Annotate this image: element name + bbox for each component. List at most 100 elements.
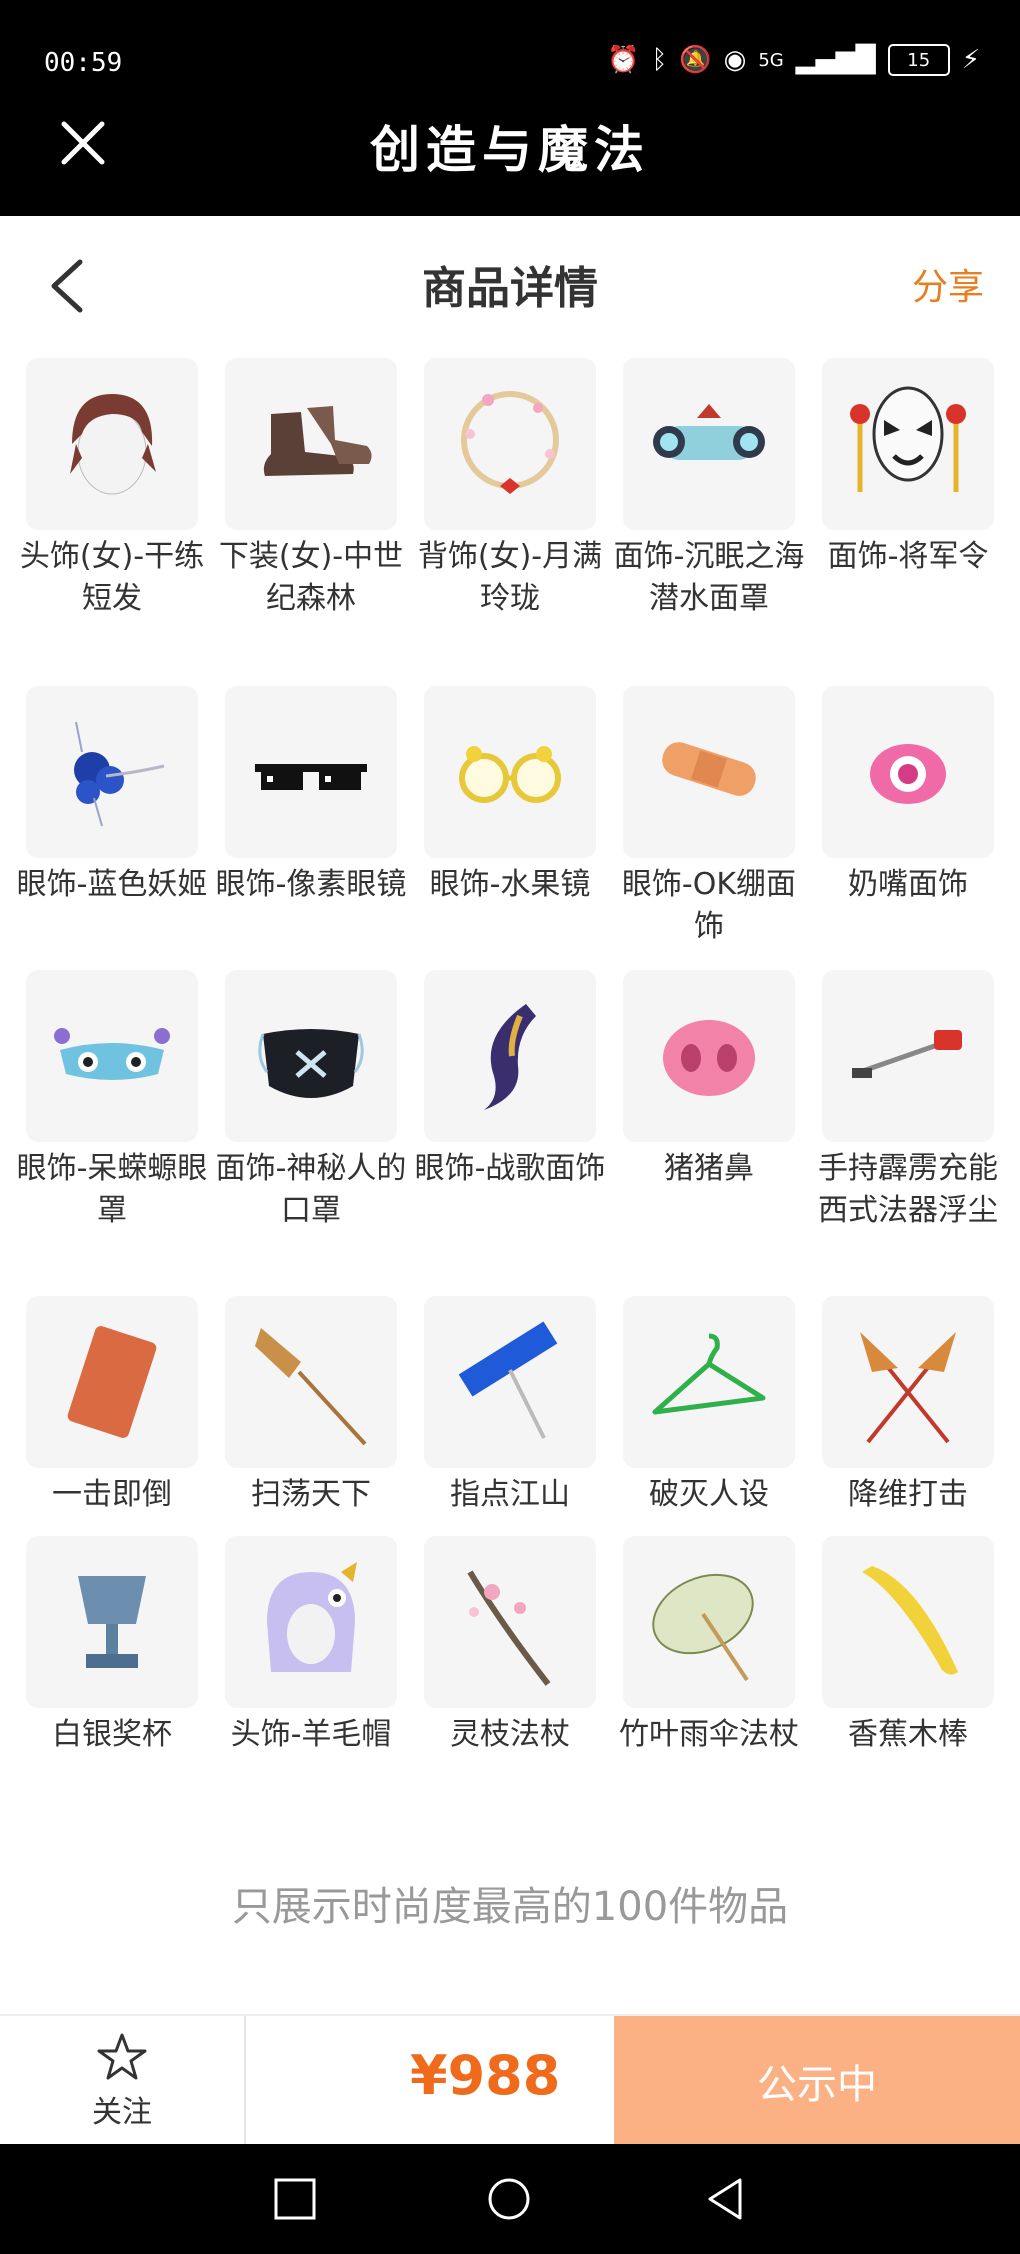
app-title: 创造与魔法 xyxy=(370,120,650,179)
trophy-icon xyxy=(78,1576,146,1668)
status-time: 00:59 xyxy=(44,48,123,78)
item-name: 下装(女)-中世纪森林 xyxy=(218,539,404,616)
status-icons: ⏰ ᛒ 🔕 ◉ 5G ▂▄▆█ 15 ⚡ xyxy=(607,44,980,76)
item-thumbnail xyxy=(225,358,397,530)
bandage-icon xyxy=(662,742,756,796)
item-card[interactable]: 眼饰-蓝色妖姬 xyxy=(17,686,207,906)
duster-icon xyxy=(860,1332,956,1444)
item-card[interactable]: 猪猪鼻 xyxy=(623,970,801,1190)
follow-label: 关注 xyxy=(92,2095,152,2130)
item-thumbnail xyxy=(26,970,198,1142)
item-thumbnail xyxy=(26,1536,198,1708)
signal-icon: ▂▄▆█ xyxy=(795,45,876,75)
item-thumbnail xyxy=(424,358,596,530)
back-nav-icon[interactable] xyxy=(702,2174,752,2224)
item-name: 手持霹雳充能西式法器浮尘 xyxy=(818,1151,998,1228)
item-card[interactable]: 面饰-沉眠之海潜水面罩 xyxy=(614,358,804,620)
item-thumbnail xyxy=(623,970,795,1142)
item-thumbnail xyxy=(623,686,795,858)
follow-button[interactable]: 关注 xyxy=(0,2016,246,2146)
item-name: 眼饰-OK绷面饰 xyxy=(621,867,797,944)
item-card[interactable]: 扫荡天下 xyxy=(225,1296,403,1516)
diving-mask-icon xyxy=(653,404,765,460)
item-card[interactable]: 灵枝法杖 xyxy=(424,1536,602,1756)
blue-rose-icon xyxy=(74,721,165,827)
item-thumbnail xyxy=(26,1296,198,1468)
item-name: 猪猪鼻 xyxy=(664,1151,754,1186)
war-mask-icon xyxy=(484,1004,536,1110)
public-status-button[interactable]: 公示中 xyxy=(614,2016,1020,2146)
item-card[interactable]: 奶嘴面饰 xyxy=(822,686,1000,906)
item-thumbnail xyxy=(424,686,596,858)
hanger-icon xyxy=(652,1333,766,1415)
item-card[interactable]: 指点江山 xyxy=(424,1296,602,1516)
item-card[interactable]: 破灭人设 xyxy=(623,1296,801,1516)
item-name: 头饰-羊毛帽 xyxy=(230,1717,392,1752)
item-name: 白银奖杯 xyxy=(52,1717,172,1752)
item-card[interactable]: 眼饰-像素眼镜 xyxy=(216,686,406,906)
item-card[interactable]: 竹叶雨伞法杖 xyxy=(619,1536,801,1756)
banana-icon xyxy=(862,1566,958,1675)
item-card[interactable]: 香蕉木棒 xyxy=(822,1536,1000,1756)
hotspot-icon: ◉ xyxy=(723,45,747,75)
item-card[interactable]: 背饰(女)-月满玲珑 xyxy=(418,358,602,620)
item-thumbnail xyxy=(623,1536,795,1708)
item-card[interactable]: 降维打击 xyxy=(822,1296,1000,1516)
item-card[interactable]: 头饰-羊毛帽 xyxy=(225,1536,403,1756)
item-name: 一击即倒 xyxy=(52,1477,172,1512)
item-name: 破灭人设 xyxy=(649,1477,769,1512)
item-thumbnail xyxy=(26,686,198,858)
moon-ring-icon xyxy=(461,391,559,494)
item-card[interactable]: 面饰-神秘人的口罩 xyxy=(216,970,406,1232)
item-name: 香蕉木棒 xyxy=(848,1717,968,1752)
item-name: 头饰(女)-干练短发 xyxy=(19,539,205,616)
charging-icon: ⚡ xyxy=(961,45,980,75)
item-card[interactable]: 眼饰-呆蝾螈眼罩 xyxy=(17,970,207,1232)
item-thumbnail xyxy=(424,1536,596,1708)
battery-icon: 15 xyxy=(887,44,950,76)
item-thumbnail xyxy=(225,1296,397,1468)
vacuum-icon xyxy=(852,1030,962,1078)
item-thumbnail xyxy=(822,686,994,858)
bottom-action-bar: 关注 ¥988 公示中 xyxy=(0,2014,1020,2146)
network-label: 5G xyxy=(758,49,784,71)
item-thumbnail xyxy=(225,686,397,858)
short-hair-icon xyxy=(70,394,156,495)
item-thumbnail xyxy=(26,358,198,530)
item-card[interactable]: 头饰(女)-干练短发 xyxy=(20,358,204,620)
item-thumbnail xyxy=(225,1536,397,1708)
sign-icon xyxy=(458,1321,558,1439)
recent-apps-icon[interactable] xyxy=(270,2174,320,2224)
item-name: 面饰-将军令 xyxy=(827,539,989,574)
item-card[interactable]: 眼饰-水果镜 xyxy=(424,686,602,906)
item-name: 奶嘴面饰 xyxy=(848,867,968,902)
broom-icon xyxy=(255,1328,367,1446)
item-name: 扫荡天下 xyxy=(251,1477,371,1512)
item-name: 竹叶雨伞法杖 xyxy=(619,1717,799,1752)
sheep-hat-icon xyxy=(267,1562,357,1672)
item-name: 眼饰-水果镜 xyxy=(429,867,591,902)
item-card[interactable]: 白银奖杯 xyxy=(26,1536,204,1756)
home-icon[interactable] xyxy=(484,2174,534,2224)
system-nav-bar xyxy=(0,2144,1020,2254)
item-thumbnail xyxy=(623,1296,795,1468)
item-thumbnail xyxy=(822,970,994,1142)
page-title: 商品详情 xyxy=(422,263,598,314)
item-thumbnail xyxy=(822,358,994,530)
item-card[interactable]: 下装(女)-中世纪森林 xyxy=(219,358,403,620)
pacifier-icon xyxy=(870,744,946,804)
item-card[interactable]: 眼饰-OK绷面饰 xyxy=(622,686,801,948)
item-card[interactable]: 眼饰-战歌面饰 xyxy=(415,970,605,1190)
item-name: 面饰-神秘人的口罩 xyxy=(215,1151,407,1228)
item-card[interactable]: 手持霹雳充能西式法器浮尘 xyxy=(818,970,1000,1232)
alarm-icon: ⏰ xyxy=(607,45,640,75)
item-name: 背饰(女)-月满玲珑 xyxy=(417,539,603,616)
item-name: 指点江山 xyxy=(450,1477,570,1512)
fruit-glasses-icon xyxy=(459,746,561,803)
item-card[interactable]: 一击即倒 xyxy=(26,1296,204,1516)
pixel-glasses-icon xyxy=(255,764,367,790)
share-button[interactable]: 分享 xyxy=(912,258,984,310)
item-thumbnail xyxy=(424,970,596,1142)
item-thumbnail xyxy=(822,1296,994,1468)
item-card[interactable]: 面饰-将军令 xyxy=(822,358,1000,578)
